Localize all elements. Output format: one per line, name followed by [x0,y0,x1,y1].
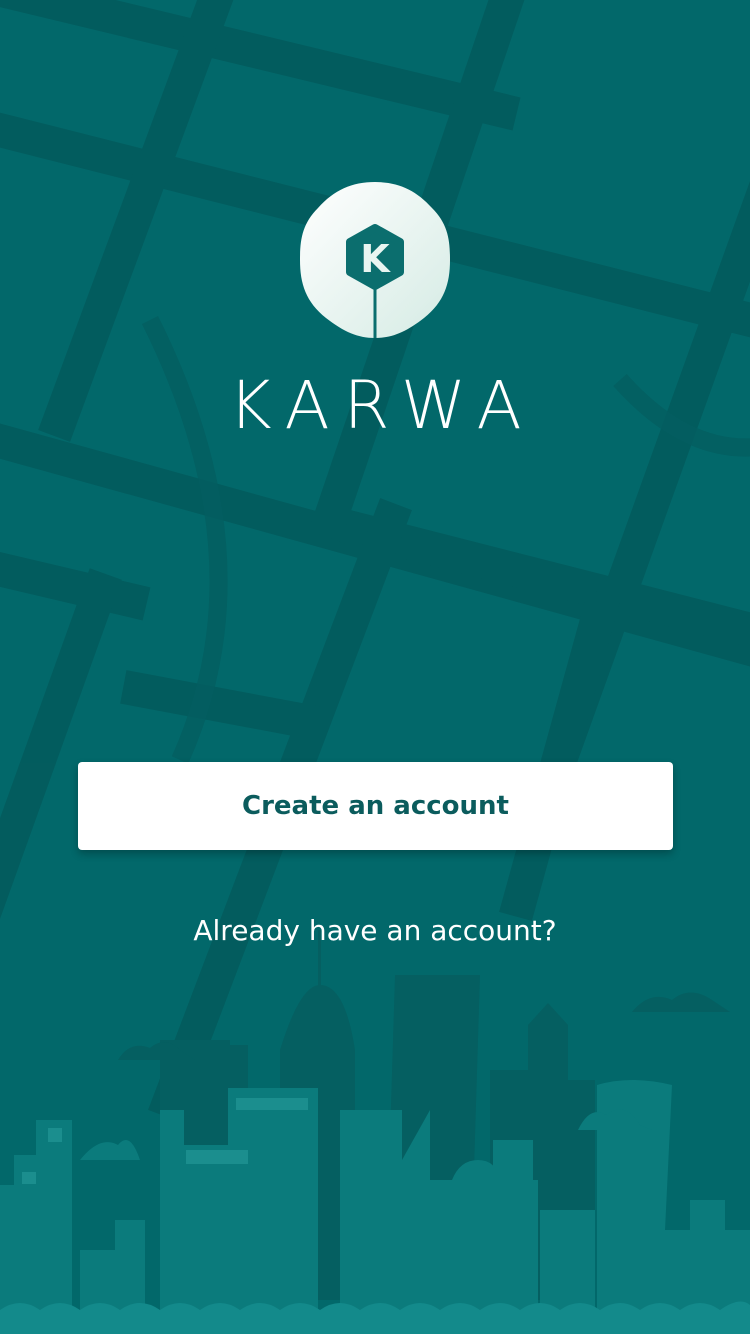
welcome-screen: K KARWA Create an account Already have a… [0,0,750,1334]
karwa-logo: K [298,180,452,342]
login-link[interactable]: Already have an account? [0,910,750,952]
brand-name: KARWA [228,367,536,444]
create-account-button[interactable]: Create an account [78,762,673,850]
svg-text:K: K [360,237,391,281]
karwa-pin-logo-icon: K [300,182,450,338]
